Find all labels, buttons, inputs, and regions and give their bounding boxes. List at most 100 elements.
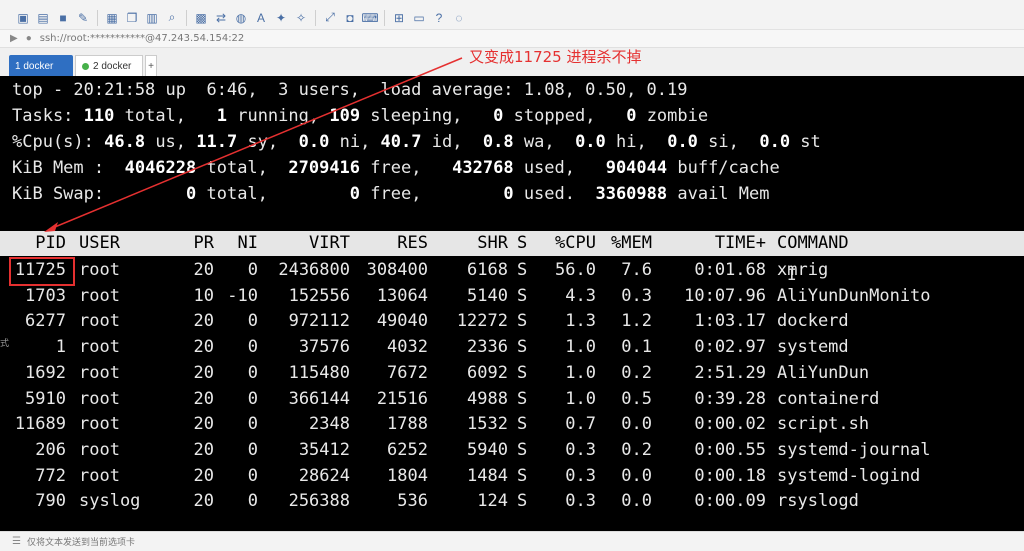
cell-mem: 0.3 [621, 285, 652, 306]
table-row: 11689 root 20 0 2348 1788 1532 S 0.7 0.0 0:00.02 sc… [0, 411, 1024, 437]
cell-s: S [517, 439, 528, 460]
toolbar-separator [315, 9, 316, 26]
keyboard-icon[interactable]: ⌨ [361, 9, 379, 27]
print-icon[interactable]: ▩ [192, 9, 210, 27]
cell-pid: 1703 [25, 285, 66, 306]
add-tab-button[interactable]: + [145, 55, 157, 77]
toolbar-separator [186, 9, 187, 26]
cell-shr: 124 [477, 491, 508, 512]
cell-s: S [517, 362, 528, 383]
properties-icon[interactable]: ▦ [103, 9, 121, 27]
cell-mem: 0.0 [621, 465, 652, 486]
cell-res: 7672 [387, 362, 428, 383]
table-row: 11725 root 20 0 2436800 308400 6168 S 56.0 7.6 0:0… [0, 257, 1024, 283]
xftp-icon[interactable]: ✧ [292, 9, 310, 27]
cell-mem: 7.6 [621, 260, 652, 280]
cell-virt: 28624 [298, 465, 350, 486]
menu-lines-icon[interactable]: ☰ [12, 536, 21, 547]
cell-time: 10:07.96 [684, 285, 766, 306]
address-url[interactable]: ssh://root:***********@47.243.54.154:22 [40, 33, 245, 44]
tab-docker-2[interactable]: 2 docker [75, 55, 143, 77]
cell-pid: 6277 [25, 311, 66, 332]
text-cursor-icon: I [787, 265, 797, 284]
table-row: 6277 root 20 0 972112 49040 12272 S 1.3 1.2 1:03.1… [0, 308, 1024, 334]
cell-ni: -10 [227, 285, 258, 306]
new-session-icon[interactable]: ▣ [14, 9, 32, 27]
cell-pr: 20 [193, 388, 214, 409]
cell-cmd: systemd-journal [777, 439, 931, 460]
cell-mem: 0.5 [621, 388, 652, 409]
font-icon[interactable]: A [252, 9, 270, 27]
cell-user: syslog [79, 491, 141, 512]
cell-virt: 35412 [298, 439, 350, 460]
window-edge-glyph: 式 [0, 339, 10, 349]
header-ni: NI [237, 233, 258, 253]
status-text: 仅将文本发送到当前选项卡 [26, 538, 135, 548]
cell-cmd: containerd [777, 388, 880, 409]
cell-user: root [79, 439, 120, 460]
cell-s: S [517, 414, 528, 435]
cell-shr: 1532 [467, 414, 508, 435]
cell-pr: 20 [193, 260, 214, 280]
script-icon[interactable]: ✦ [272, 9, 290, 27]
header-cmd: COMMAND [777, 233, 849, 253]
edit-icon[interactable]: ✎ [74, 9, 92, 27]
cell-cpu: 0.3 [565, 465, 596, 486]
chat-icon[interactable]: ◌ [450, 9, 468, 27]
cell-ni: 0 [247, 362, 258, 383]
cell-cpu: 0.3 [565, 439, 596, 460]
cell-time: 1:03.17 [694, 311, 766, 332]
lock-icon[interactable]: ◘ [341, 9, 359, 27]
help-icon[interactable]: ? [430, 9, 448, 27]
find-icon[interactable]: ⌕ [163, 9, 181, 27]
paste-icon[interactable]: ▥ [143, 9, 161, 27]
cell-user: root [79, 414, 120, 435]
layout-icon[interactable]: ▭ [410, 9, 428, 27]
save-icon[interactable]: ■ [54, 9, 72, 27]
cell-shr: 1484 [467, 465, 508, 486]
cell-virt: 256388 [288, 491, 350, 512]
fullscreen-icon[interactable]: ⤢ [321, 9, 339, 27]
annotation-text: 又变成11725 进程杀不掉 [469, 48, 642, 66]
copy-icon[interactable]: ❐ [123, 9, 141, 27]
header-mem: %MEM [611, 233, 652, 253]
back-arrow-icon[interactable]: ▶ [10, 33, 18, 44]
cell-pid: 206 [35, 439, 66, 460]
tab-docker-1[interactable]: 1 docker [9, 55, 73, 77]
cell-cmd: rsyslogd [777, 491, 859, 512]
cell-pr: 20 [193, 439, 214, 460]
cell-pid: 790 [35, 491, 66, 512]
cell-virt: 2348 [309, 414, 350, 435]
cell-time: 0:00.09 [694, 491, 766, 512]
cell-mem: 1.2 [621, 311, 652, 332]
compose-icon[interactable]: ⊞ [390, 9, 408, 27]
cell-shr: 6168 [467, 260, 508, 280]
transfer-icon[interactable]: ⇄ [212, 9, 230, 27]
cell-virt: 366144 [288, 388, 350, 409]
table-row: 206 root 20 0 35412 6252 5940 S 0.3 0.2 0:00.55 sys… [0, 437, 1024, 463]
cell-ni: 0 [247, 491, 258, 512]
cell-res: 49040 [376, 311, 428, 332]
cell-user: root [79, 311, 120, 332]
globe-icon[interactable]: ◍ [232, 9, 250, 27]
cell-s: S [517, 491, 528, 512]
cell-ni: 0 [247, 414, 258, 435]
cell-mem: 0.0 [621, 414, 652, 435]
cell-pid: 1692 [25, 362, 66, 383]
cell-pr: 20 [193, 311, 214, 332]
header-cpu: %CPU [555, 233, 596, 253]
cell-time: 0:00.02 [694, 414, 766, 435]
cell-res: 1788 [387, 414, 428, 435]
annotation-highlight-box [9, 257, 75, 286]
open-folder-icon[interactable]: ▤ [34, 9, 52, 27]
cell-user: root [79, 260, 120, 280]
cell-cmd: AliYunDunMonito [777, 285, 931, 306]
cell-shr: 2336 [467, 337, 508, 358]
header-pid: PID [35, 233, 66, 253]
cell-shr: 6092 [467, 362, 508, 383]
status-bar: ☰ 仅将文本发送到当前选项卡 [0, 531, 1024, 551]
cell-cpu: 1.0 [565, 388, 596, 409]
cell-virt: 115480 [288, 362, 350, 383]
table-row: 5910 root 20 0 366144 21516 4988 S 1.0 0.5 0:39.28… [0, 386, 1024, 412]
cell-s: S [517, 337, 528, 358]
